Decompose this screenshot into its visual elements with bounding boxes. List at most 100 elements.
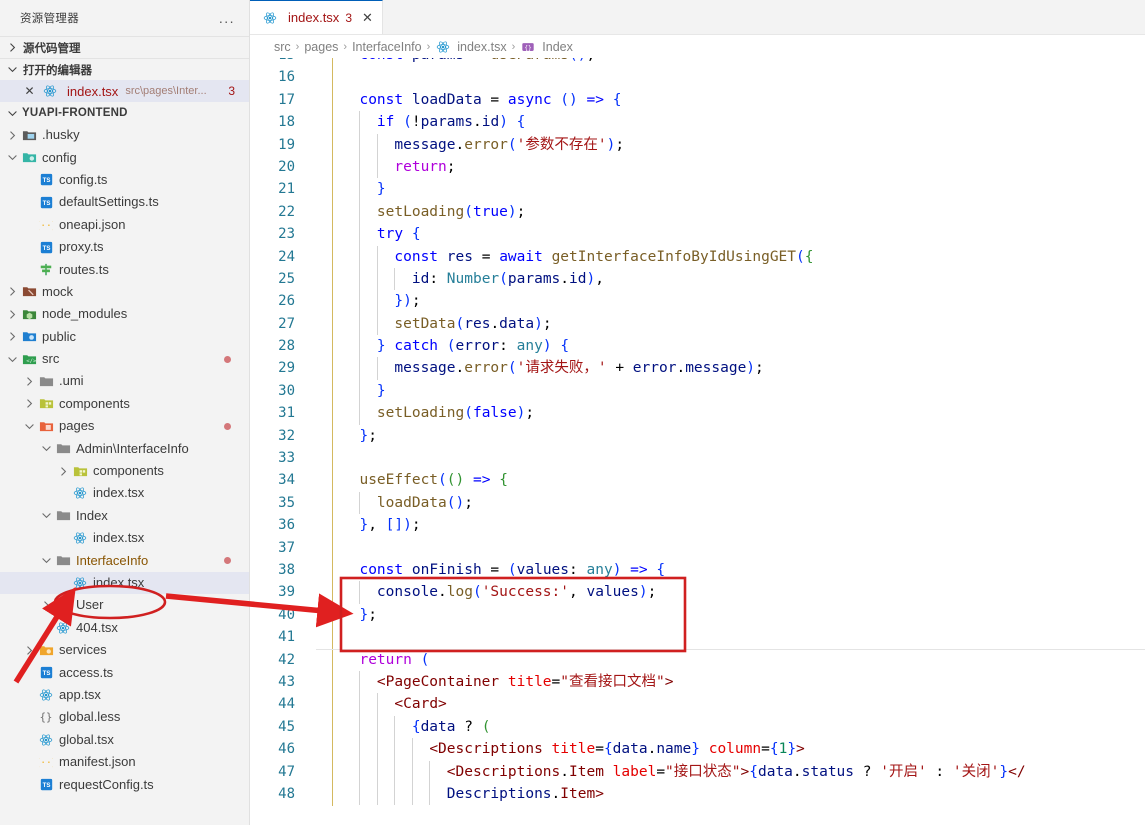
tree-folder-row[interactable]: Index <box>0 505 249 527</box>
chevron-right-icon[interactable] <box>4 127 20 143</box>
tree-folder-row[interactable]: .umi <box>0 370 249 392</box>
code-line: 39 console.log('Success:', values); <box>250 581 1145 604</box>
chevron-right-icon[interactable] <box>4 284 20 300</box>
chevron-right-icon[interactable] <box>21 642 37 658</box>
tree-file-row[interactable]: {··} manifest.json <box>0 751 249 773</box>
json-icon: {··} <box>37 217 55 233</box>
tree-file-row[interactable]: index.tsx <box>0 482 249 504</box>
tree-file-row[interactable]: TS proxy.ts <box>0 236 249 258</box>
code-line: 33 <box>250 447 1145 469</box>
indent-guide <box>376 357 378 380</box>
tab-index-tsx[interactable]: index.tsx 3 ✕ <box>250 0 383 34</box>
chevron-down-icon[interactable] <box>38 508 54 524</box>
tree-folder-row[interactable]: InterfaceInfo <box>0 549 249 571</box>
chevron-down-icon[interactable] <box>38 553 54 569</box>
chevron-down-icon[interactable] <box>21 418 37 434</box>
open-editor-item[interactable]: ✕ index.tsx src\pages\Inter... 3 <box>0 80 249 102</box>
indent-guide <box>376 267 378 291</box>
tree-folder-row[interactable]: node_modules <box>0 303 249 325</box>
breadcrumb-label: Index <box>542 39 573 54</box>
editor-area: index.tsx 3 ✕ src › pages › InterfaceInfo › in… <box>250 0 1145 825</box>
tree-folder-row[interactable]: public <box>0 326 249 348</box>
tree-folder-row[interactable]: services <box>0 639 249 661</box>
folder-husky-icon <box>20 127 38 143</box>
tree-folder-row[interactable]: config <box>0 146 249 168</box>
code-line: 21 } <box>250 178 1145 201</box>
tree-file-row[interactable]: global.tsx <box>0 729 249 751</box>
folder-mock-icon <box>20 284 38 300</box>
tree-file-row[interactable]: TS defaultSettings.ts <box>0 191 249 213</box>
line-number: 48 <box>278 785 295 802</box>
chevron-right-icon[interactable] <box>21 373 37 389</box>
line-number: 22 <box>278 203 295 220</box>
tree-item-label: index.tsx <box>93 485 145 501</box>
tree-file-row[interactable]: app.tsx <box>0 684 249 706</box>
breadcrumb-item[interactable]: InterfaceInfo <box>352 40 422 54</box>
code-line-text: setData(res.data); <box>316 312 1145 336</box>
chevron-right-icon[interactable] <box>55 463 71 479</box>
tree-folder-row[interactable]: mock <box>0 281 249 303</box>
code-line: 18 if (!params.id) { <box>250 111 1145 134</box>
code-line-text: return; <box>316 155 1145 179</box>
tree-item-label: config.ts <box>59 171 108 187</box>
tree-file-row[interactable]: {··} oneapi.json <box>0 214 249 236</box>
tree-file-row[interactable]: TS requestConfig.ts <box>0 773 249 795</box>
code-line: 37 <box>250 537 1145 559</box>
indent-guide <box>359 670 361 694</box>
tree-file-row[interactable]: TS access.ts <box>0 661 249 683</box>
tree-item-label: global.tsx <box>59 731 114 747</box>
code-line-text: } <box>316 178 1145 201</box>
indent-guide <box>376 693 378 716</box>
code-line-text: } catch (error: any) { <box>316 335 1145 358</box>
tree-folder-row[interactable]: </> src <box>0 348 249 370</box>
tree-file-row[interactable]: routes.ts <box>0 258 249 280</box>
tree-file-row[interactable]: index.tsx <box>0 527 249 549</box>
section-source-control[interactable]: 源代码管理 <box>0 36 249 58</box>
section-open-editors[interactable]: 打开的编辑器 <box>0 58 249 80</box>
tree-folder-row[interactable]: .husky <box>0 124 249 146</box>
tree-folder-row[interactable]: User <box>0 594 249 616</box>
explorer-more-actions-icon[interactable]: ... <box>219 11 241 25</box>
chevron-right-icon[interactable] <box>21 396 37 412</box>
folder-plain-icon <box>54 553 72 569</box>
tree-folder-row[interactable]: components <box>0 460 249 482</box>
tree-file-row[interactable]: {} global.less <box>0 706 249 728</box>
code-editor[interactable]: 15 const params = useParams(); 16 17 const… <box>250 58 1145 825</box>
tree-file-row[interactable]: TS config.ts <box>0 169 249 191</box>
breadcrumb-item[interactable]: src <box>274 40 291 54</box>
workspace-root[interactable]: YUAPI-FRONTEND <box>0 102 249 124</box>
breadcrumb-separator: › <box>343 40 348 53</box>
svg-text:TS: TS <box>42 245 50 252</box>
tree-folder-row[interactable]: Admin\InterfaceInfo <box>0 437 249 459</box>
close-icon[interactable]: ✕ <box>22 84 37 99</box>
close-icon[interactable]: ✕ <box>362 11 373 24</box>
breadcrumb-item[interactable]: {} Index <box>520 39 573 55</box>
tree-file-row[interactable]: index.tsx <box>0 571 249 595</box>
code-line: 36 }, []); <box>250 514 1145 536</box>
indent-guide <box>359 267 361 291</box>
tree-file-row[interactable]: 404.tsx <box>0 617 249 639</box>
line-number: 30 <box>278 382 295 399</box>
code-line: 24 const res = await getInterfaceInfoByI… <box>250 245 1145 268</box>
chevron-right-icon[interactable] <box>4 329 20 345</box>
code-line-text: const onFinish = (values: any) => { <box>359 561 666 578</box>
breadcrumb-item[interactable]: index.tsx <box>435 39 507 55</box>
chevron-right-icon[interactable] <box>38 597 54 613</box>
chevron-down-icon[interactable] <box>38 441 54 457</box>
chevron-down-icon[interactable] <box>4 150 20 166</box>
chevron-right-icon[interactable] <box>4 306 20 322</box>
routes-icon <box>37 262 55 278</box>
chevron-down-icon[interactable] <box>4 351 20 367</box>
breadcrumb-item[interactable]: pages <box>304 40 338 54</box>
tree-item-label: Index <box>76 507 108 523</box>
indent-guide <box>394 738 396 761</box>
indent-guide <box>359 760 361 783</box>
code-line: 19 message.error('参数不存在'); <box>250 133 1145 156</box>
code-line-text: const params = useParams(); <box>316 58 1145 66</box>
tree-folder-row[interactable]: pages <box>0 415 249 437</box>
tree-folder-row[interactable]: components <box>0 393 249 415</box>
scope-guide-line <box>332 58 333 806</box>
